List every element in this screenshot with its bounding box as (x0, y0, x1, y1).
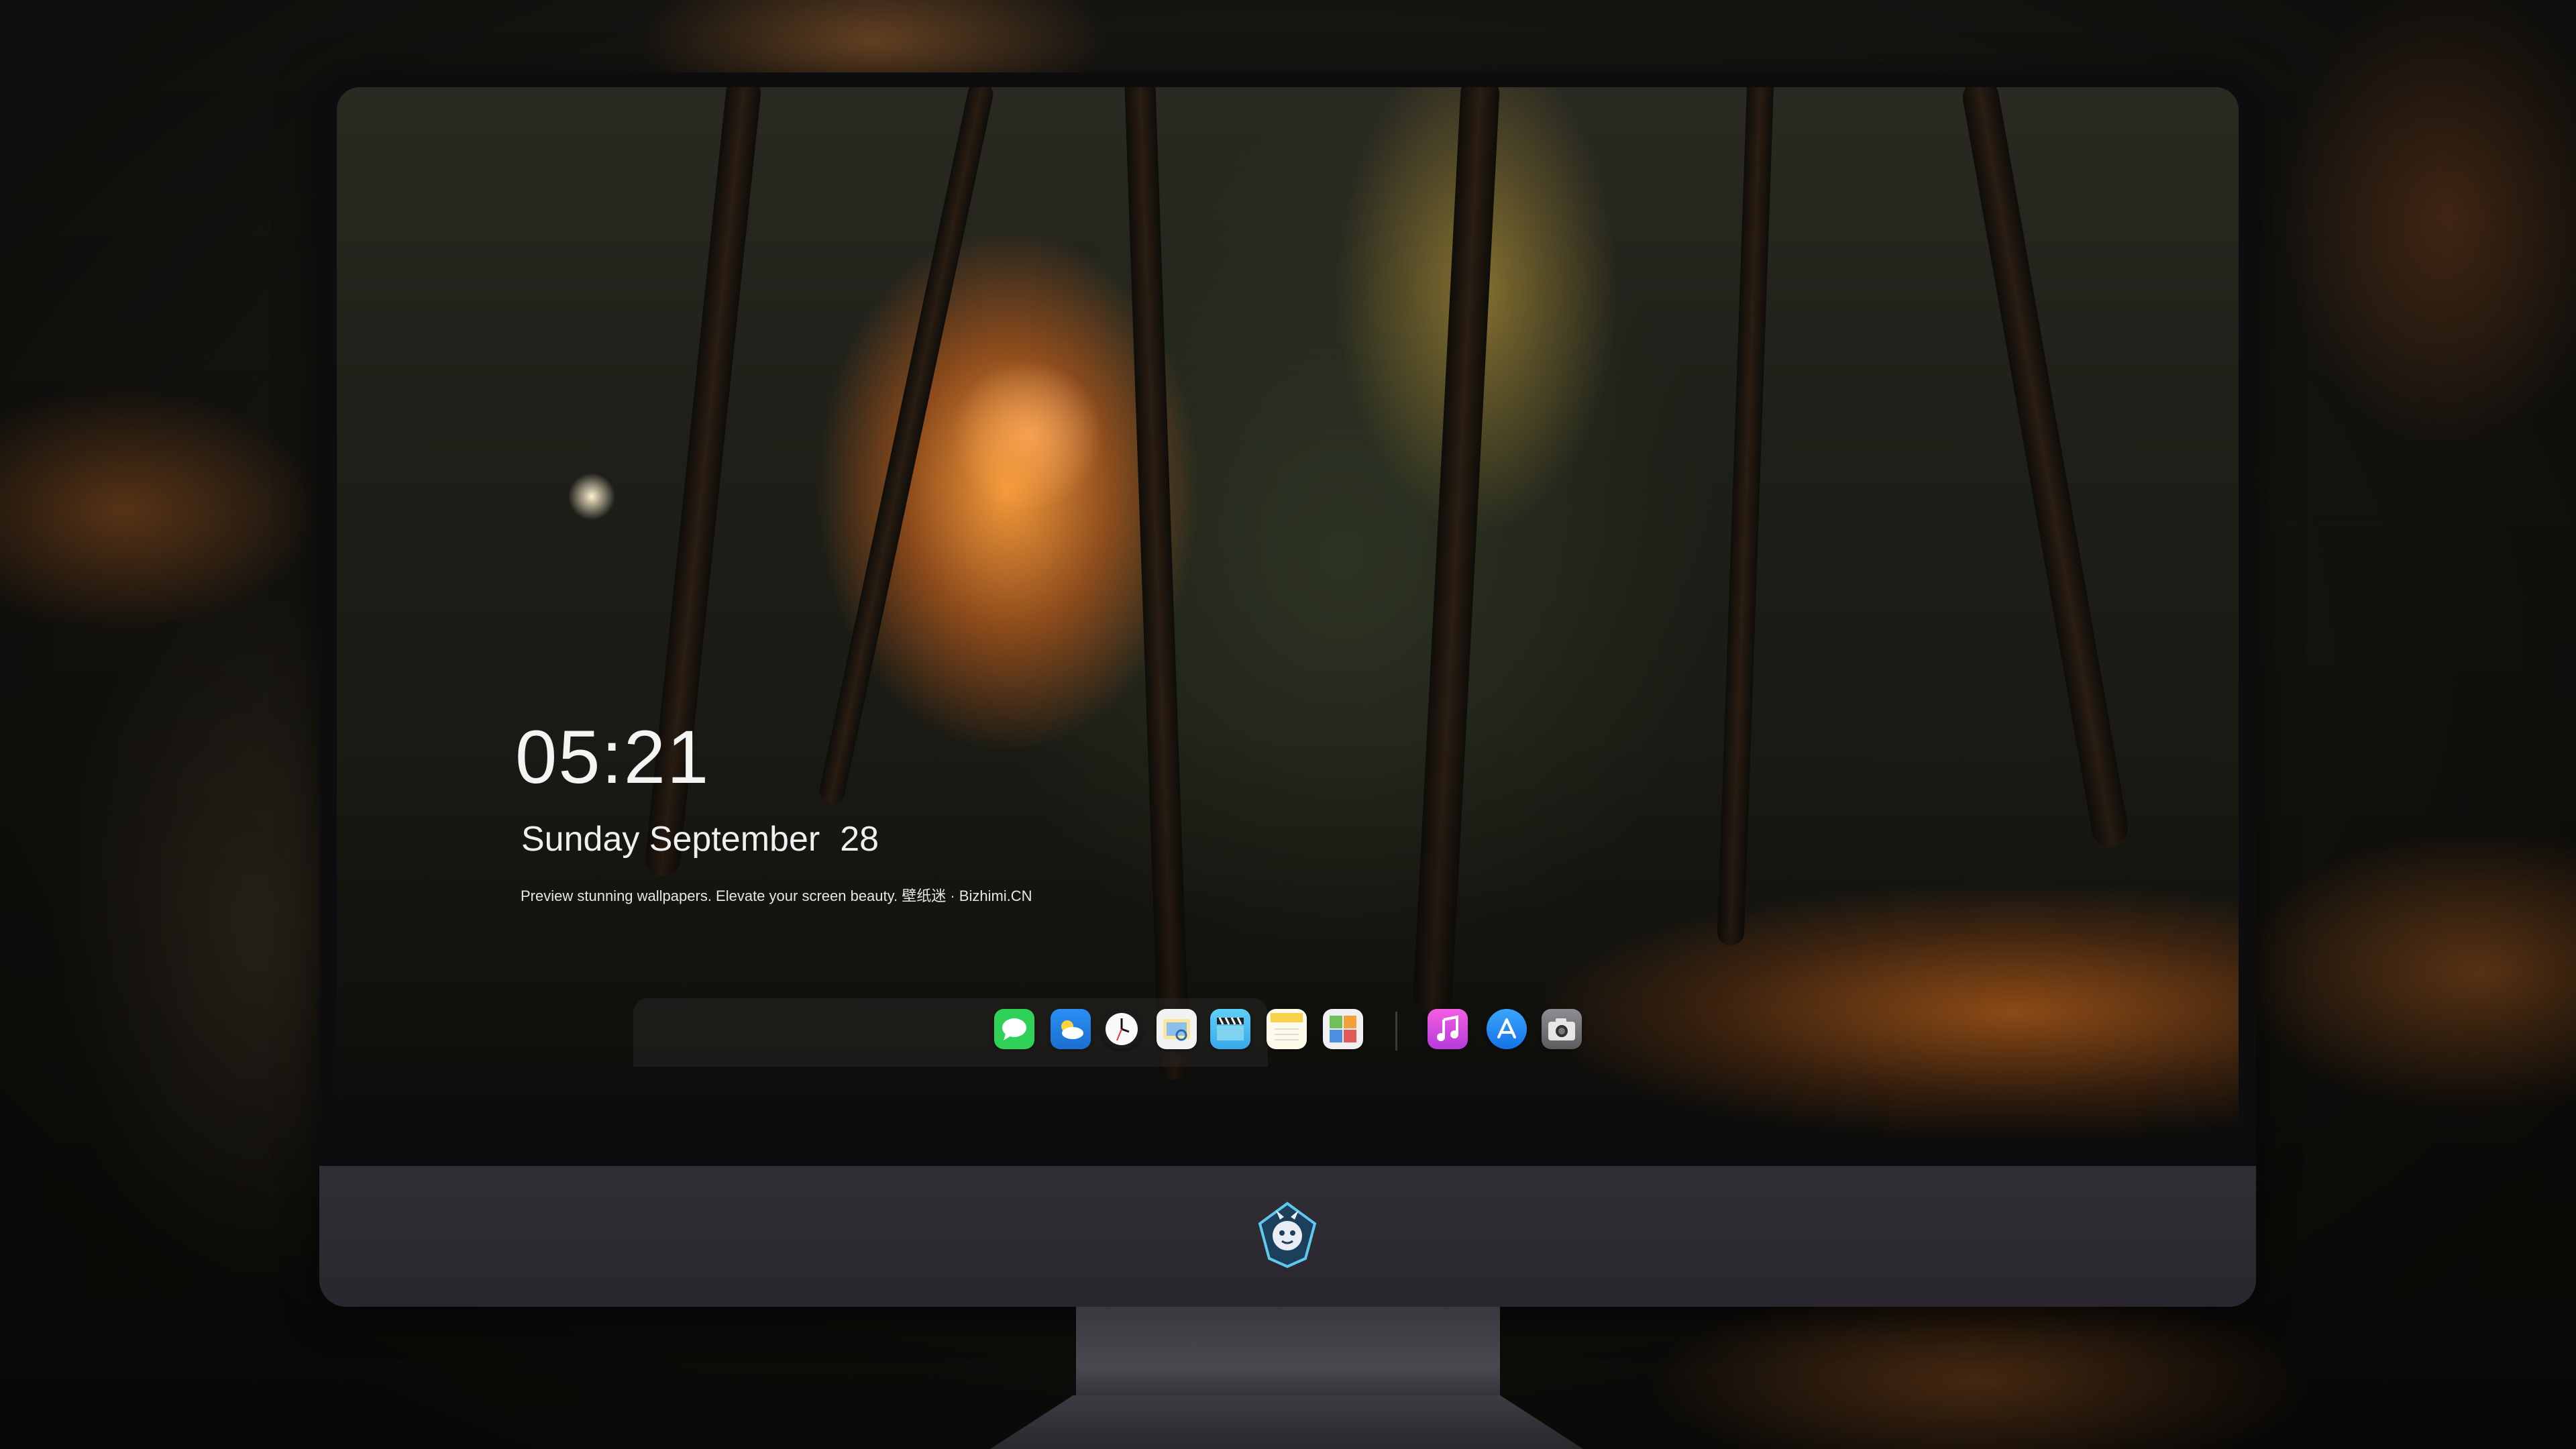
date-day: 28 (840, 820, 879, 859)
monitor-screen: 05:21 Sunday September 28 Preview stunnin… (337, 87, 2239, 1154)
app-store-icon[interactable] (1487, 1009, 1527, 1049)
itunes-icon[interactable] (1428, 1009, 1468, 1049)
monitor-stand-foot (990, 1395, 1583, 1449)
wallpaper-shade (337, 87, 2239, 1154)
lock-screen-date: Sunday September 28 (521, 822, 879, 857)
weather-icon[interactable] (1051, 1009, 1091, 1049)
desktop-background: 05:21 Sunday September 28 Preview stunnin… (0, 0, 2576, 1449)
monitor-stand-neck (1076, 1307, 1500, 1407)
dragon-logo-icon (1253, 1201, 1322, 1269)
notes-icon[interactable] (1267, 1009, 1307, 1049)
lock-screen-time: 05:21 (515, 715, 710, 799)
preview-icon[interactable] (1157, 1009, 1197, 1049)
clock-icon[interactable] (1102, 1009, 1142, 1049)
dock-separator (1395, 1012, 1397, 1051)
clips-icon[interactable] (1210, 1009, 1250, 1049)
wallpaper-tagline: Preview stunning wallpapers. Elevate you… (521, 888, 1032, 904)
camera-icon[interactable] (1542, 1009, 1582, 1049)
photo-booth-icon[interactable] (1323, 1009, 1363, 1049)
date-weekday-month: Sunday September (521, 820, 820, 859)
messages-icon[interactable] (994, 1009, 1034, 1049)
